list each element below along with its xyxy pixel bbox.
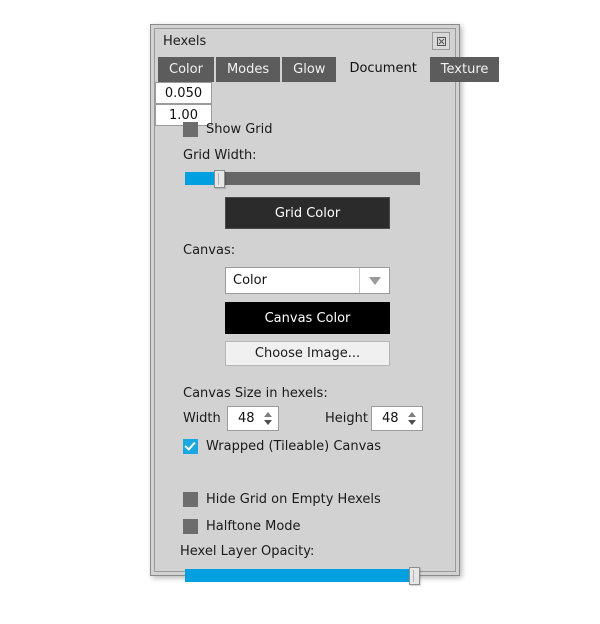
chevron-down-icon xyxy=(368,276,381,285)
show-grid-label: Show Grid xyxy=(206,122,273,137)
tab-color[interactable]: Color xyxy=(158,57,214,82)
grid-width-slider-handle[interactable] xyxy=(214,170,225,188)
hexel-opacity-slider[interactable] xyxy=(185,567,420,585)
hide-grid-empty-row[interactable]: Hide Grid on Empty Hexels xyxy=(183,492,381,507)
hide-grid-empty-checkbox[interactable] xyxy=(183,492,198,507)
close-icon xyxy=(436,36,446,46)
panel-inner-frame: Hexels Color Modes Glow Document Texture… xyxy=(154,28,500,585)
width-label: Width xyxy=(183,411,221,426)
grid-width-label-row: Grid Width: xyxy=(183,148,257,163)
grid-width-slider[interactable] xyxy=(185,170,420,188)
hexel-opacity-label: Hexel Layer Opacity: xyxy=(180,544,315,559)
halftone-mode-checkbox[interactable] xyxy=(183,519,198,534)
canvas-label-row: Canvas: xyxy=(183,243,235,258)
grid-width-label: Grid Width: xyxy=(183,148,257,163)
canvas-type-dropdown[interactable]: Color xyxy=(225,267,390,294)
hexels-panel: Hexels Color Modes Glow Document Texture… xyxy=(150,24,500,585)
width-label-row: Width xyxy=(183,411,221,426)
grid-width-value[interactable]: 0.050 xyxy=(155,82,212,104)
tab-texture[interactable]: Texture xyxy=(429,57,500,82)
document-tab-content: Show Grid Grid Width: 0.050 Grid Color C… xyxy=(155,82,455,624)
height-label-row: Height xyxy=(325,411,368,426)
height-stepper[interactable]: 48 xyxy=(371,406,423,431)
width-stepper-arrows[interactable] xyxy=(258,412,278,425)
canvas-color-button[interactable]: Canvas Color xyxy=(225,302,390,334)
titlebar: Hexels xyxy=(155,29,455,55)
width-stepper[interactable]: 48 xyxy=(227,406,279,431)
tab-document[interactable]: Document xyxy=(338,55,428,82)
canvas-type-value: Color xyxy=(233,273,267,288)
chevron-down-icon[interactable] xyxy=(408,420,416,425)
height-label: Height xyxy=(325,411,368,426)
hexel-opacity-slider-fill xyxy=(185,569,411,582)
width-value: 48 xyxy=(238,411,255,426)
chevron-up-icon[interactable] xyxy=(408,412,416,417)
wrapped-canvas-checkbox[interactable] xyxy=(183,439,198,454)
canvas-size-label-row: Canvas Size in hexels: xyxy=(183,386,328,401)
height-value: 48 xyxy=(382,411,399,426)
tab-bar: Color Modes Glow Document Texture xyxy=(158,55,500,82)
tab-modes[interactable]: Modes xyxy=(215,57,281,82)
chevron-up-icon[interactable] xyxy=(264,412,272,417)
close-button[interactable] xyxy=(432,32,450,50)
canvas-label: Canvas: xyxy=(183,243,236,258)
halftone-mode-label: Halftone Mode xyxy=(206,519,301,534)
chevron-down-icon[interactable] xyxy=(264,420,272,425)
grid-color-button[interactable]: Grid Color xyxy=(225,197,390,229)
height-stepper-arrows[interactable] xyxy=(402,412,422,425)
show-grid-checkbox[interactable] xyxy=(183,122,198,137)
hexel-opacity-slider-handle[interactable] xyxy=(409,567,420,585)
wrapped-canvas-label: Wrapped (Tileable) Canvas xyxy=(206,439,382,454)
choose-image-button[interactable]: Choose Image... xyxy=(225,341,390,366)
grid-width-slider-fill xyxy=(185,172,216,185)
window-title: Hexels xyxy=(163,34,207,49)
hide-grid-empty-label: Hide Grid on Empty Hexels xyxy=(206,492,381,507)
tab-glow[interactable]: Glow xyxy=(282,57,337,82)
show-grid-row[interactable]: Show Grid xyxy=(183,122,273,137)
hexel-opacity-label-row: Hexel Layer Opacity: xyxy=(180,544,314,559)
canvas-size-label: Canvas Size in hexels: xyxy=(183,386,328,401)
halftone-mode-row[interactable]: Halftone Mode xyxy=(183,519,301,534)
canvas-type-dropdown-button[interactable] xyxy=(359,268,389,293)
wrapped-canvas-row[interactable]: Wrapped (Tileable) Canvas xyxy=(183,439,381,454)
